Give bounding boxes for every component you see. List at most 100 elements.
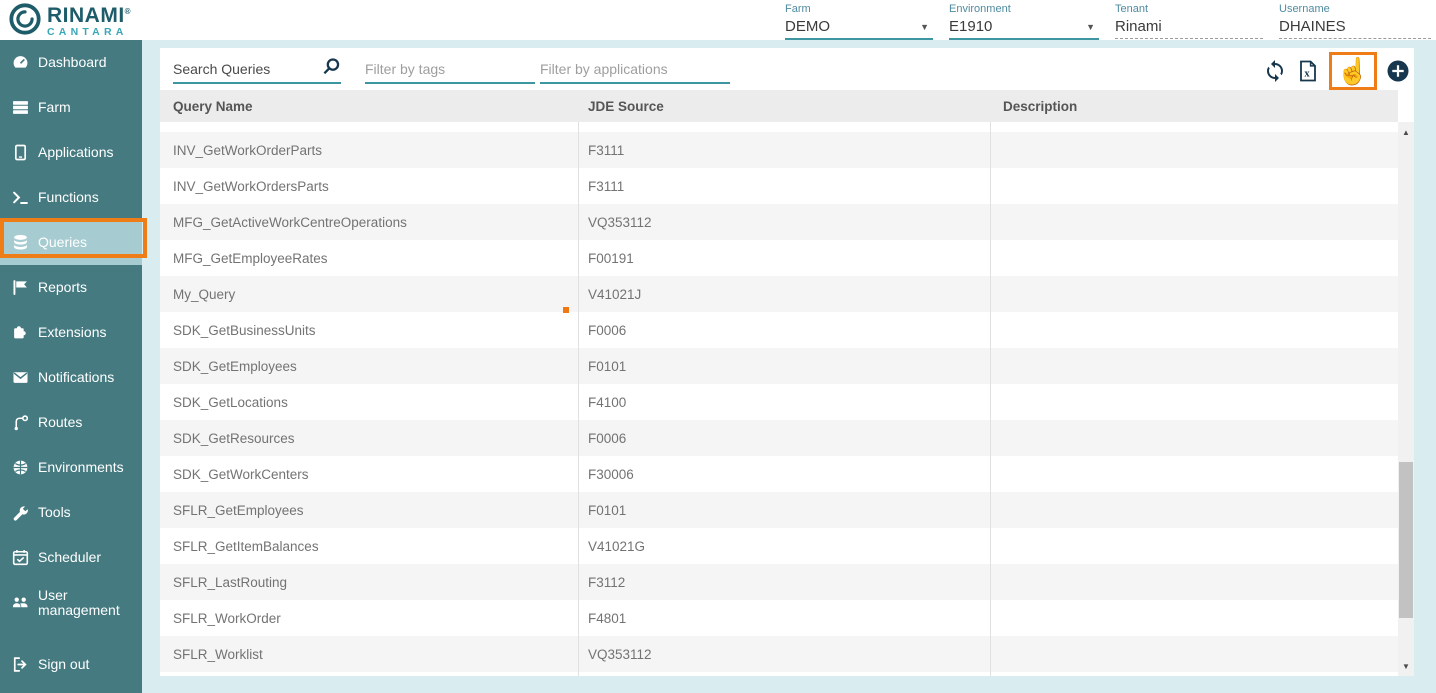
- column-header-jde-source[interactable]: JDE Source: [578, 99, 990, 114]
- logo-title: RINAMI®: [47, 4, 132, 28]
- jde-source-cell: VQ353112: [588, 646, 652, 662]
- notifications-icon: [11, 369, 29, 387]
- query-name-cell: SDK_GetResources: [173, 430, 295, 446]
- sidebar-item-label: Farm: [38, 99, 71, 115]
- sidebar-item-functions[interactable]: Functions: [0, 175, 142, 220]
- sidebar-item-label: Environments: [38, 459, 124, 475]
- table-row[interactable]: SDK_GetEmployees F0101: [160, 348, 1398, 384]
- session-field-environment[interactable]: Environment E1910 ▼: [949, 3, 1099, 40]
- table-row[interactable]: SFLR_GetItemBalances V41021G: [160, 528, 1398, 564]
- field-label: Tenant: [1115, 3, 1149, 15]
- scroll-down-button[interactable]: ▼: [1398, 658, 1414, 674]
- sidebar-item-dashboard[interactable]: Dashboard: [0, 40, 142, 85]
- query-name-cell: SFLR_LastRouting: [173, 574, 288, 590]
- filter-apps-input[interactable]: [540, 56, 730, 84]
- sidebar-item-label: User management: [38, 586, 120, 618]
- queries-icon: [11, 234, 29, 252]
- table-row[interactable]: INV_GetWorkOrderParts F3111: [160, 132, 1398, 168]
- jde-source-cell: F3111: [588, 178, 625, 194]
- query-name-cell: INV_GetWorkOrdersParts: [173, 178, 329, 194]
- scrollbar[interactable]: ▲ ▼: [1398, 122, 1414, 676]
- column-header-description[interactable]: Description: [990, 99, 1398, 114]
- search-icon: [322, 57, 341, 76]
- sign-out-icon: [11, 656, 29, 674]
- field-value: E1910 ▼: [949, 18, 1099, 40]
- scroll-up-button[interactable]: ▲: [1398, 124, 1414, 140]
- sidebar-item-label: Extensions: [38, 324, 107, 340]
- chevron-down-icon: ▼: [1086, 21, 1095, 32]
- jde-source-cell: F3111: [588, 142, 625, 158]
- jde-source-cell: F30006: [588, 466, 634, 482]
- table-row[interactable]: MFG_GetActiveWorkCentreOperations VQ3531…: [160, 204, 1398, 240]
- routes-icon: [11, 414, 29, 432]
- toolbar-actions: x ☝: [1263, 51, 1410, 91]
- sidebar-item-label: Scheduler: [38, 549, 102, 565]
- query-name-cell: SFLR_WorkOrder: [173, 610, 281, 626]
- jde-source-cell: F0101: [588, 358, 627, 374]
- table-row[interactable]: SFLR_WorkOrder F4801: [160, 600, 1398, 636]
- sidebar-item-label: Tools: [38, 504, 71, 520]
- table-body: INV_GetWorkOrderParts F3111 INV_GetWorkO…: [160, 122, 1398, 676]
- sidebar-item-label: Notifications: [38, 369, 115, 385]
- jde-source-cell: F4801: [588, 610, 627, 626]
- table-row[interactable]: SFLR_GetEmployees F0101: [160, 492, 1398, 528]
- functions-icon: [11, 189, 29, 207]
- table-row[interactable]: MFG_GetEmployeeRates F00191: [160, 240, 1398, 276]
- add-query-button[interactable]: [1386, 59, 1410, 83]
- table-row[interactable]: SFLR_Worklist VQ353112: [160, 636, 1398, 672]
- sidebar-item-queries[interactable]: Queries: [0, 220, 142, 265]
- sidebar: Dashboard Farm Applications Functions Qu…: [0, 40, 142, 693]
- sidebar-item-environments[interactable]: Environments: [0, 445, 142, 490]
- sidebar-item-extensions[interactable]: Extensions: [0, 310, 142, 355]
- jde-source-cell: F0006: [588, 430, 627, 446]
- table-row[interactable]: My_Query V41021J: [160, 276, 1398, 312]
- filter-tags-input[interactable]: [365, 56, 535, 84]
- table-rows: INV_GetWorkOrderParts F3111 INV_GetWorkO…: [160, 132, 1398, 672]
- farm-icon: [11, 99, 29, 117]
- scrollbar-thumb[interactable]: [1399, 462, 1413, 618]
- sidebar-item-reports[interactable]: Reports: [0, 265, 142, 310]
- sidebar-item-notifications[interactable]: Notifications: [0, 355, 142, 400]
- table-row-partial: [160, 122, 1398, 132]
- session-field-farm[interactable]: Farm DEMO ▼: [785, 3, 933, 40]
- sidebar-item-label: Queries: [38, 234, 88, 250]
- field-value: DEMO ▼: [785, 18, 933, 40]
- jde-source-cell: F4100: [588, 394, 627, 410]
- logo-icon: [8, 2, 42, 41]
- refresh-icon: [1263, 59, 1287, 83]
- sidebar-item-tools[interactable]: Tools: [0, 490, 142, 535]
- chevron-down-icon: ▼: [920, 21, 929, 32]
- excel-export-button[interactable]: x: [1296, 59, 1320, 83]
- table-row[interactable]: SDK_GetWorkCenters F30006: [160, 456, 1398, 492]
- user-management-icon: [11, 594, 29, 612]
- query-name-cell: INV_GetWorkOrderParts: [173, 142, 323, 158]
- add-icon: [1386, 59, 1410, 83]
- hand-tool-button[interactable]: ☝: [1328, 52, 1377, 90]
- search-input[interactable]: [173, 56, 341, 84]
- sidebar-item-label: Reports: [38, 279, 88, 295]
- tools-icon: [11, 504, 29, 522]
- sidebar-item-scheduler[interactable]: Scheduler: [0, 535, 142, 580]
- refresh-button[interactable]: [1263, 59, 1287, 83]
- sidebar-item-routes[interactable]: Routes: [0, 400, 142, 445]
- query-name-cell: My_Query: [173, 286, 236, 302]
- table-row[interactable]: INV_GetWorkOrdersParts F3111: [160, 168, 1398, 204]
- app-screen: RINAMI® CANTARA Farm DEMO ▼ Environment E1…: [0, 0, 1436, 693]
- jde-source-cell: F3112: [588, 574, 626, 590]
- sidebar-item-user-management[interactable]: User management: [0, 580, 142, 625]
- query-name-cell: SFLR_Worklist: [173, 646, 263, 662]
- sidebar-item-farm[interactable]: Farm: [0, 85, 142, 130]
- extensions-icon: [11, 324, 29, 342]
- dashboard-icon: [11, 54, 29, 72]
- table-row[interactable]: SDK_GetResources F0006: [160, 420, 1398, 456]
- logo: RINAMI® CANTARA: [8, 2, 131, 41]
- session-fields: Farm DEMO ▼ Environment E1910 ▼ Tenant Rinam…: [785, 3, 1436, 40]
- table-row[interactable]: SFLR_LastRouting F3112: [160, 564, 1398, 600]
- sidebar-item-sign-out[interactable]: Sign out: [0, 642, 142, 687]
- table-row[interactable]: SDK_GetLocations F4100: [160, 384, 1398, 420]
- sidebar-item-label: Sign out: [38, 656, 90, 672]
- svg-text:x: x: [1304, 69, 1310, 80]
- column-header-query-name[interactable]: Query Name: [160, 99, 578, 114]
- sidebar-item-applications[interactable]: Applications: [0, 130, 142, 175]
- table-row[interactable]: SDK_GetBusinessUnits F0006: [160, 312, 1398, 348]
